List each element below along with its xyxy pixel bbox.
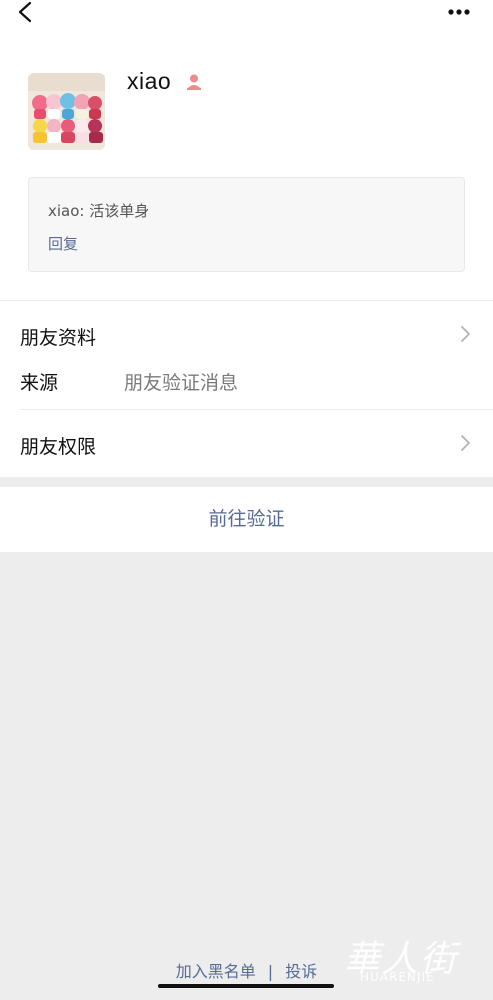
footer-separator: | (267, 962, 274, 981)
chevron-right-icon (458, 324, 472, 344)
more-button[interactable] (444, 4, 478, 20)
source-label: 来源 (20, 372, 59, 394)
source-value: 朋友验证消息 (124, 372, 239, 394)
footer-links: 加入黑名单 | 投诉 (0, 958, 493, 982)
friend-permissions-label: 朋友权限 (20, 436, 97, 458)
friend-verification-page: xiao xiao: 活该单身 回复 朋友资料 来源 朋友验证消息 朋友权限 前… (0, 0, 493, 1000)
friend-info-label: 朋友资料 (20, 327, 97, 349)
more-dots-icon (448, 9, 470, 15)
back-button[interactable] (12, 0, 42, 26)
home-indicator[interactable] (158, 984, 334, 988)
verification-message-text: xiao: 活该单身 (48, 202, 150, 220)
divider (20, 409, 493, 410)
chevron-right-icon (458, 433, 472, 453)
profile-name: xiao (127, 68, 172, 94)
avatar[interactable] (28, 73, 105, 150)
report-link[interactable]: 投诉 (285, 958, 317, 982)
divider (0, 300, 493, 301)
verification-message-box: xiao: 活该单身 回复 (28, 177, 465, 272)
chevron-left-icon (18, 1, 32, 23)
go-verify-button[interactable]: 前往验证 (0, 487, 493, 552)
female-icon (184, 72, 204, 92)
section-gap (0, 477, 493, 487)
avatar-image (28, 73, 105, 150)
reply-link[interactable]: 回复 (48, 233, 78, 254)
add-to-blacklist-link[interactable]: 加入黑名单 (176, 958, 256, 982)
